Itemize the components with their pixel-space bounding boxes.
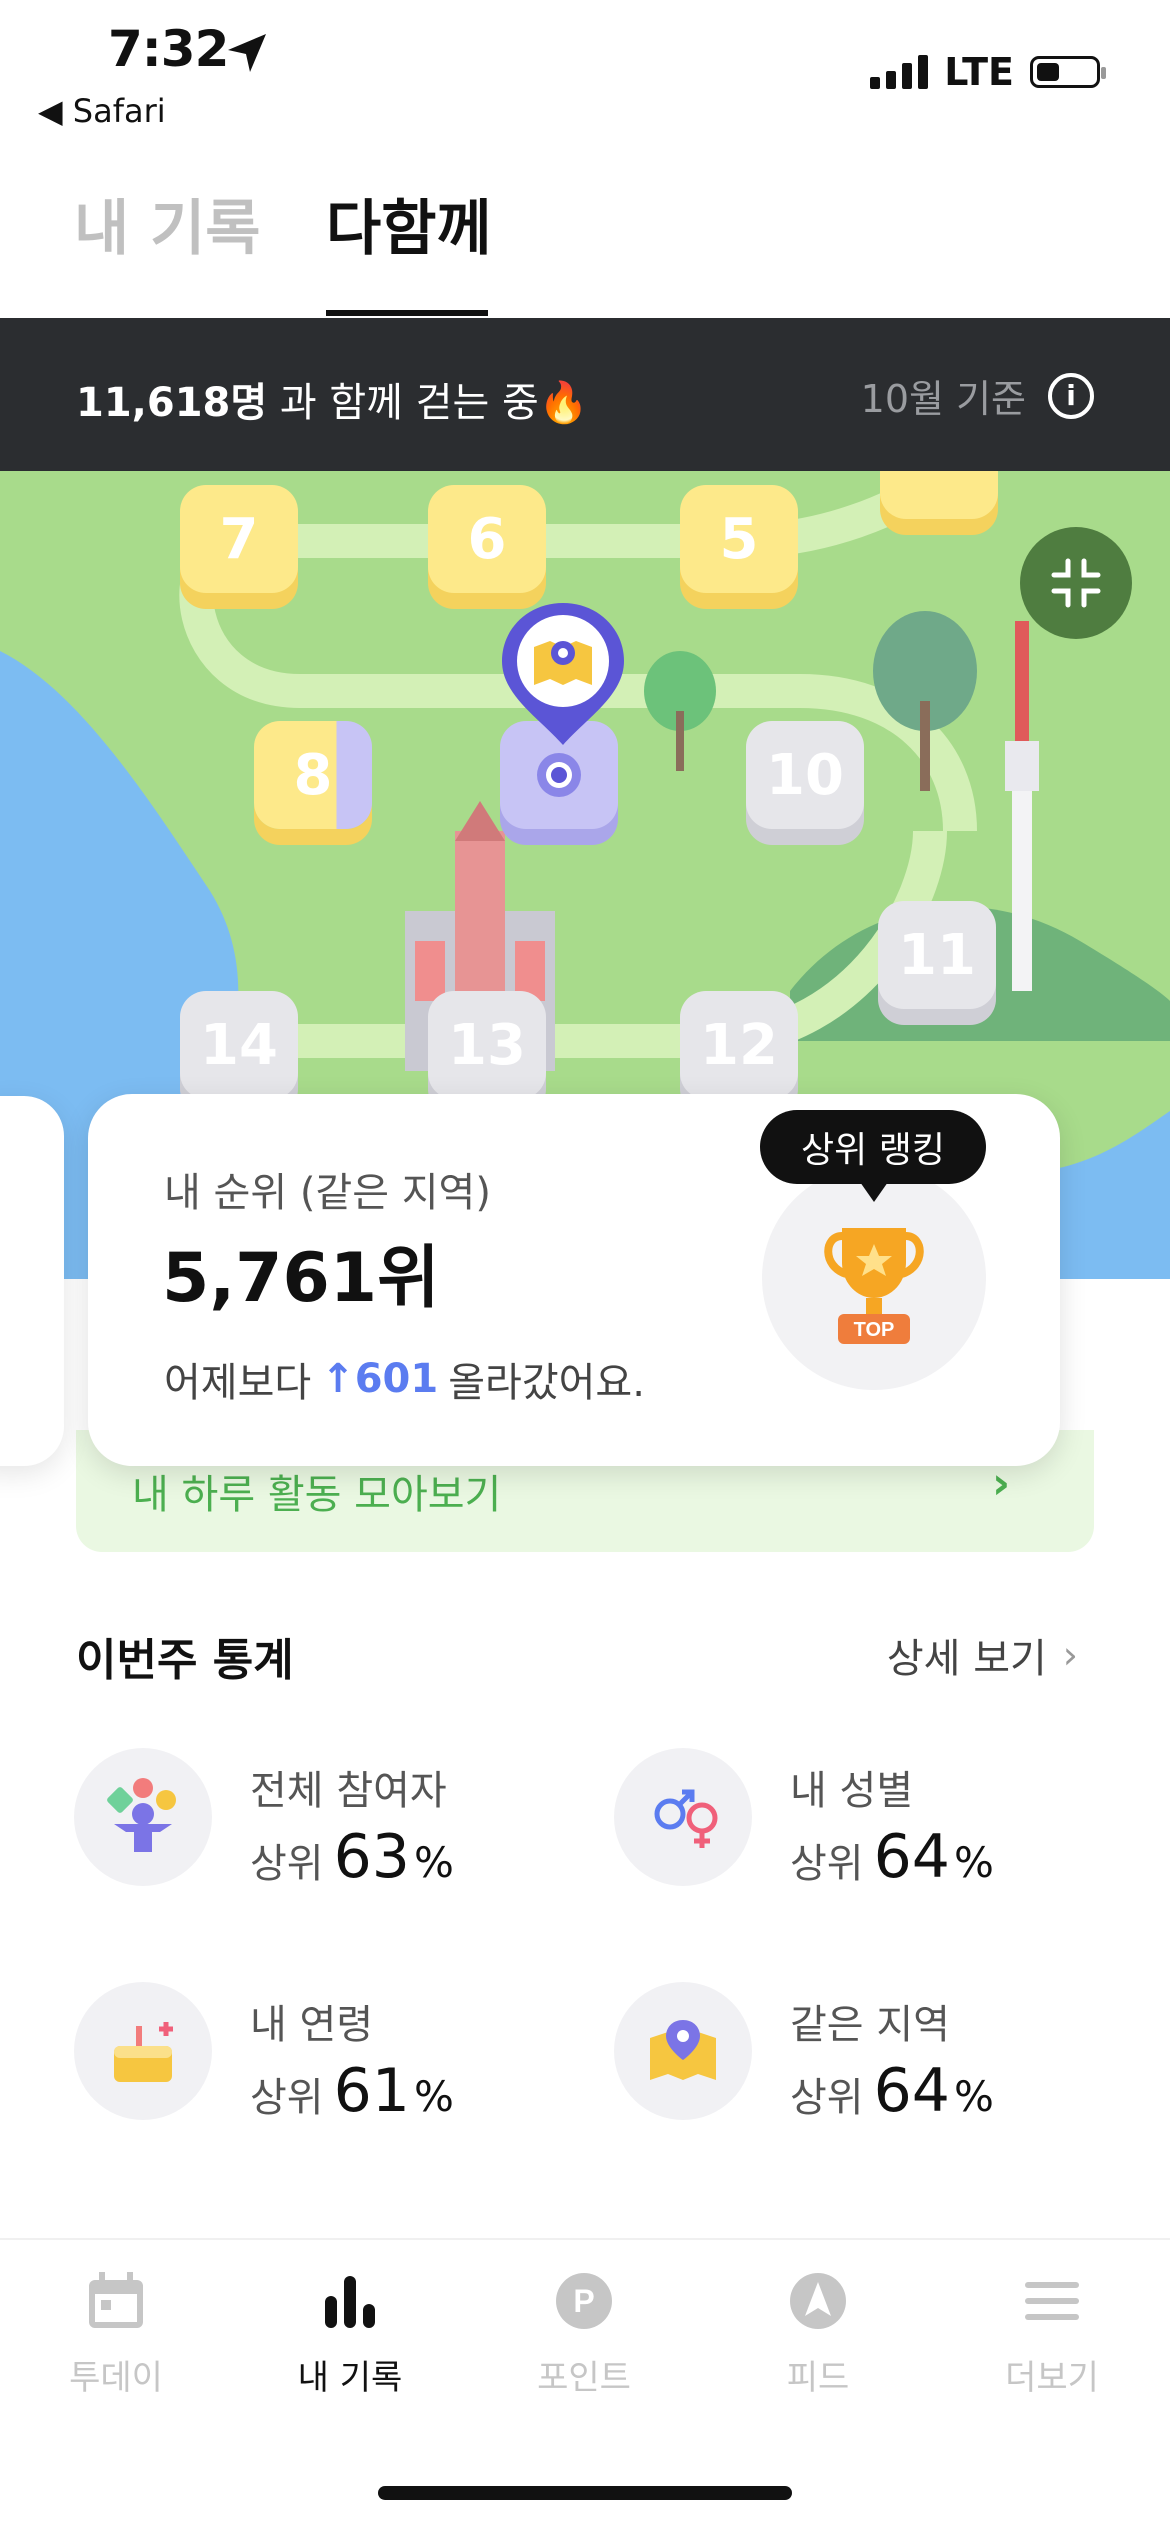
stat-gender-value: 상위 64% [790,1822,994,1892]
map-tile-6[interactable]: 6 [428,485,546,593]
home-indicator[interactable] [378,2486,792,2500]
status-time: 7:32 [108,20,229,78]
stat-unit: % [953,2072,994,2121]
active-tab-indicator [326,310,488,316]
daily-activity-label[interactable]: 내 하루 활동 모아보기 [132,1462,501,1520]
back-to-safari[interactable]: ◀ Safari [38,92,166,130]
nav-more-label: 더보기 [1005,2358,1099,2398]
period-info[interactable]: 10월 기준 i [861,368,1094,423]
nav-feed-label: 피드 [786,2358,850,2398]
cake-icon [74,1982,212,2120]
map-tile-11[interactable]: 11 [878,901,996,1009]
stat-number: 64 [873,2056,950,2126]
trophy-text: TOP [854,1319,895,1341]
participants-icon [74,1748,212,1886]
walkers-count: 11,618명 [76,380,268,426]
stat-number: 63 [333,1822,410,1892]
map-tile-5[interactable]: 5 [680,485,798,593]
walkers-text: 과 함께 걷는 중🔥 [267,380,589,426]
stat-prefix: 상위 [250,2075,324,2121]
stat-region-value: 상위 64% [790,2056,994,2126]
top-ranking-tooltip[interactable]: 상위 랭킹 [760,1110,986,1202]
nav-more[interactable]: 더보기 [952,2270,1152,2399]
signal-icon [870,55,929,89]
nav-feed[interactable]: 피드 [718,2270,918,2399]
stat-unit: % [413,2072,454,2121]
svg-text:P: P [573,2283,594,2319]
stat-prefix: 상위 [790,1841,864,1887]
map-tile-10[interactable]: 10 [746,721,864,829]
compass-icon [790,2273,846,2329]
calendar-icon [89,2272,143,2328]
map-tile-13[interactable]: 13 [428,991,546,1099]
trophy-icon: TOP [824,1228,924,1344]
nav-today[interactable]: 투데이 [16,2270,216,2399]
stat-participants-value: 상위 63% [250,1822,454,1892]
tab-together[interactable]: 다함께 [326,180,492,267]
status-indicators: LTE [870,50,1106,94]
map-tile-12[interactable]: 12 [680,991,798,1099]
nav-today-label: 투데이 [69,2358,163,2398]
stat-age-value: 상위 61% [250,2056,454,2126]
nav-points-label: 포인트 [537,2358,631,2398]
map-pin-icon [502,603,624,745]
stat-number: 64 [873,1822,950,1892]
nav-my-records-label: 내 기록 [297,2358,403,2398]
stat-gender-label: 내 성별 [790,1768,914,1814]
point-icon: P [556,2273,612,2329]
current-position-icon [537,753,581,797]
rank-change: 어제보다 ↑601 올라갔어요. [164,1350,645,1408]
map-tile-7[interactable]: 7 [180,485,298,593]
stat-age-label: 내 연령 [250,2002,374,2048]
map-tile-8[interactable]: 8 [254,721,372,829]
rank-change-value: ↑601 [321,1356,439,1402]
rank-change-suffix: 올라갔어요. [448,1360,645,1406]
stat-prefix: 상위 [790,2075,864,2121]
stat-prefix: 상위 [250,1841,324,1887]
stat-unit: % [953,1838,994,1887]
info-icon[interactable]: i [1048,372,1094,419]
weekly-stats-title: 이번주 통계 [76,1635,294,1686]
menu-icon [1025,2282,1079,2320]
region-map-icon [614,1982,752,2120]
collapse-map-button[interactable] [1020,527,1132,639]
nav-points[interactable]: P 포인트 [484,2270,684,2399]
location-arrow-icon [228,34,266,72]
map-tile-14[interactable]: 14 [180,991,298,1099]
bar-chart-icon [325,2276,375,2328]
map-tile-partial [880,471,998,519]
rank-value: 5,761위 [162,1239,440,1318]
tab-my-records[interactable]: 내 기록 [74,180,261,267]
stats-detail-label: 상세 보기 [886,1636,1047,1682]
walkers-count-text: 11,618명 과 함께 걷는 중🔥 [76,370,589,428]
stat-participants-label: 전체 참여자 [250,1768,447,1814]
rank-label: 내 순위 (같은 지역) [164,1170,491,1216]
stat-region-label: 같은 지역 [790,2002,950,2048]
network-type: LTE [944,50,1014,94]
nav-my-records[interactable]: 내 기록 [250,2270,450,2399]
gender-icon [614,1748,752,1886]
stat-unit: % [413,1838,454,1887]
previous-card-peek[interactable] [0,1096,64,1466]
stats-detail-link[interactable]: 상세 보기 › [887,1626,1078,1684]
rank-change-prefix: 어제보다 [164,1360,312,1406]
stat-number: 61 [333,2056,410,2126]
battery-icon [1030,56,1106,88]
collapse-icon [1051,558,1101,608]
chevron-right-icon: › [1062,1633,1078,1677]
period-label: 10월 기준 [860,377,1026,421]
